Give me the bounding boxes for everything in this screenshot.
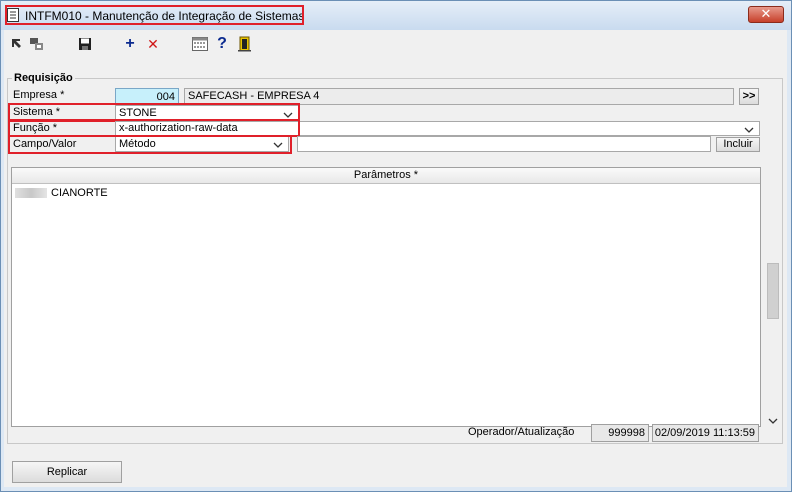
empresa-name-value: SAFECASH - EMPRESA 4 [188,90,320,102]
delete-icon: ✕ [147,35,159,52]
add-icon: + [125,35,135,52]
calendar-button[interactable] [191,36,209,52]
incluir-button[interactable]: Incluir [716,137,760,152]
delete-button[interactable]: ✕ [144,36,162,52]
operador-field: 999998 [591,424,649,442]
blurred-code [15,188,47,198]
exit-button[interactable] [236,36,254,52]
valor-input[interactable] [297,136,711,152]
first-record-icon [12,39,21,48]
empresa-lookup-button[interactable]: >> [739,88,759,105]
empresa-code-value: 004 [156,91,175,103]
scroll-down-icon[interactable] [768,418,778,424]
table-row[interactable]: CIANORTE [51,187,108,199]
atualizacao-field: 02/09/2019 11:13:59 [652,424,759,442]
copy-record-button[interactable] [28,36,46,52]
add-button[interactable]: + [121,35,139,52]
group-title: Requisição [12,72,75,84]
calendar-icon [192,37,208,51]
empresa-label: Empresa * [13,89,65,101]
operador-atualizacao-label: Operador/Atualização [468,426,575,438]
campo-valor-highlight-box [8,135,292,154]
first-record-button[interactable] [8,36,26,52]
help-button[interactable]: ? [213,35,231,52]
parametros-header[interactable]: Parâmetros * [12,168,760,184]
close-button[interactable]: ✕ [748,6,784,23]
save-icon [79,38,91,50]
scrollbar-thumb[interactable] [767,263,779,319]
replicar-button[interactable]: Replicar [12,461,122,483]
save-button[interactable] [76,36,94,52]
parametros-grid[interactable] [11,167,761,427]
exit-door-icon [238,36,251,52]
copy-record-icon [30,38,43,50]
chevron-down-icon [744,127,754,133]
help-icon: ? [217,35,227,52]
title-highlight-box [5,5,304,25]
